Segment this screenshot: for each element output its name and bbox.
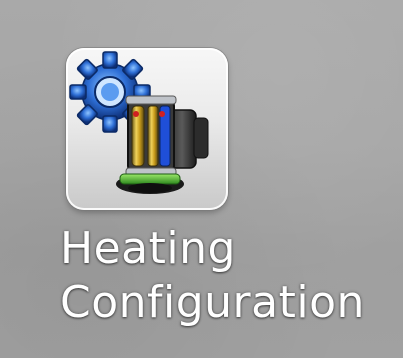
heater-unit (125, 95, 177, 177)
icon-label[interactable]: Heating Configuration (48, 222, 388, 330)
heating-configuration-icon (69, 51, 209, 194)
icon-label-line1: Heating (60, 223, 236, 274)
desktop: Heating Configuration (0, 0, 403, 358)
heater-base (116, 173, 184, 194)
heating-configuration-shortcut[interactable]: Heating Configuration (48, 36, 388, 351)
icon-label-line2: Configuration (60, 277, 365, 328)
app-icon-tile[interactable] (66, 48, 228, 210)
